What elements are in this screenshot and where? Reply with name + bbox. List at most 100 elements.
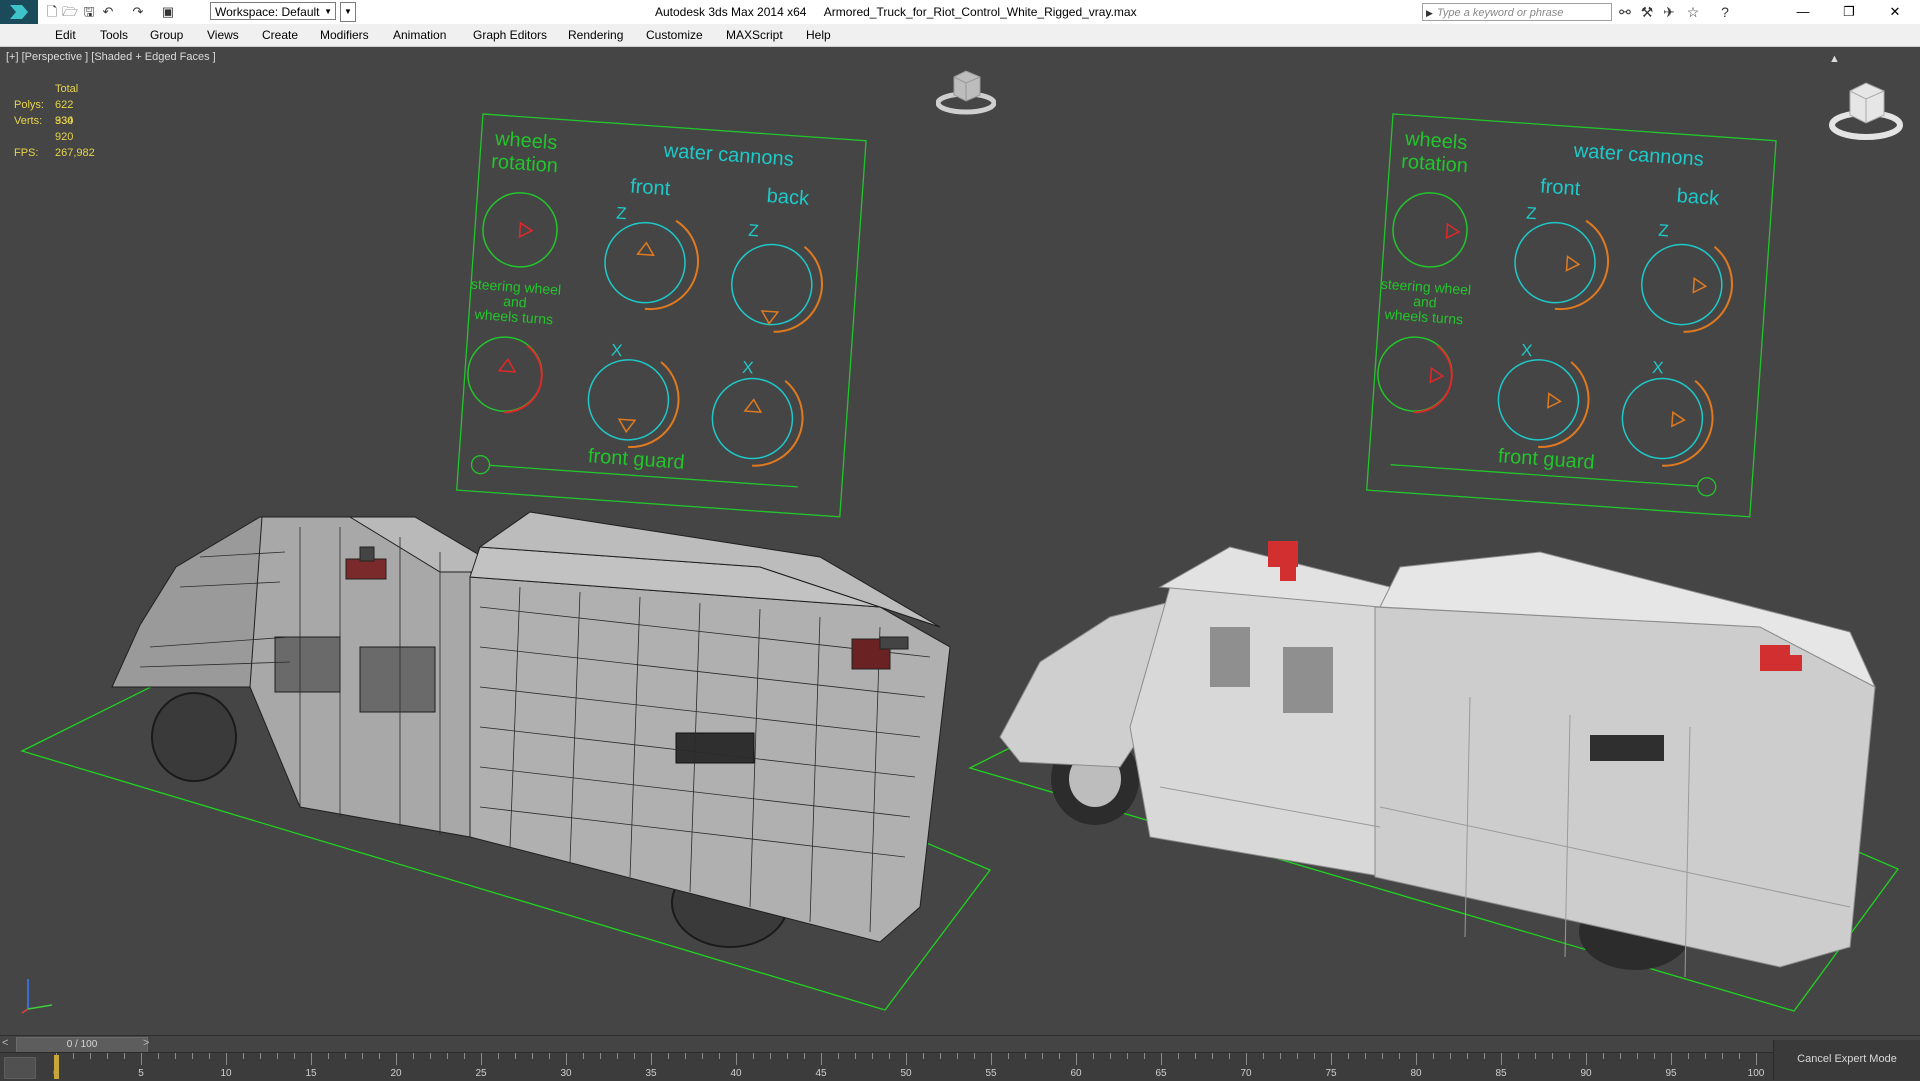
menu-views[interactable]: Views xyxy=(207,28,239,42)
rig-panel-left: wheels rotation water cannons front back… xyxy=(456,113,867,518)
workspace-dropdown[interactable]: Workspace: Default ▼ xyxy=(210,2,336,20)
menu-tools[interactable]: Tools xyxy=(100,28,128,42)
frame-tick xyxy=(1059,1053,1060,1059)
menu-help[interactable]: Help xyxy=(806,28,831,42)
search-placeholder: Type a keyword or phrase xyxy=(1437,7,1564,19)
svg-text:wheels turns: wheels turns xyxy=(1383,306,1464,328)
frame-tick xyxy=(651,1053,652,1065)
frame-tick xyxy=(1450,1053,1451,1059)
file-name: Armored_Truck_for_Riot_Control_White_Rig… xyxy=(823,5,1137,19)
axis-tripod-icon xyxy=(21,979,53,1014)
truck-shaded xyxy=(999,541,1877,978)
svg-text:wheels turns: wheels turns xyxy=(473,306,554,328)
frame-tick xyxy=(90,1053,91,1059)
svg-text:wheels: wheels xyxy=(1403,128,1468,154)
restore-button[interactable]: ❐ xyxy=(1826,0,1872,24)
frame-tick xyxy=(1535,1053,1536,1059)
svg-text:Z: Z xyxy=(1658,221,1670,241)
frame-tick xyxy=(1637,1053,1638,1059)
frame-tick xyxy=(753,1053,754,1059)
time-next-icon[interactable]: > xyxy=(143,1037,149,1049)
truck-wireframe xyxy=(111,511,951,948)
svg-text:front guard: front guard xyxy=(1497,445,1595,474)
menu-rendering[interactable]: Rendering xyxy=(568,28,623,42)
frame-tick xyxy=(1076,1053,1077,1065)
frame-tick xyxy=(294,1053,295,1059)
menu-customize[interactable]: Customize xyxy=(646,28,703,42)
svg-text:back: back xyxy=(766,185,811,210)
workspace-options-icon[interactable]: ▼ xyxy=(340,2,356,22)
frame-tick xyxy=(1263,1053,1264,1059)
minimize-button[interactable]: — xyxy=(1780,0,1826,24)
frame-tick-label: 5 xyxy=(138,1068,144,1079)
frame-tick-label: 45 xyxy=(815,1068,827,1079)
favorites-icon[interactable]: ☆ xyxy=(1684,3,1702,21)
binoculars-icon[interactable]: ⚯ xyxy=(1616,3,1634,21)
new-file-icon[interactable]: 🗋 xyxy=(44,4,60,20)
search-expand-icon[interactable]: ▶ xyxy=(1426,4,1433,22)
svg-text:water cannons: water cannons xyxy=(1572,140,1704,171)
frame-tick xyxy=(141,1053,142,1065)
frame-tick xyxy=(226,1053,227,1065)
menu-modifiers[interactable]: Modifiers xyxy=(320,28,369,42)
frame-tick xyxy=(838,1053,839,1059)
time-slider[interactable]: 0 / 100 xyxy=(16,1037,148,1053)
svg-text:back: back xyxy=(1676,185,1721,210)
time-prev-icon[interactable]: < xyxy=(2,1037,8,1049)
subscription-icon[interactable]: ⚒ xyxy=(1638,3,1656,21)
frame-tick-label: 90 xyxy=(1580,1068,1592,1079)
frame-tick-label: 25 xyxy=(475,1068,487,1079)
curve-editor-icon[interactable] xyxy=(4,1057,36,1079)
frame-tick xyxy=(1671,1053,1672,1065)
app-logo-icon[interactable] xyxy=(0,0,38,24)
frame-tick xyxy=(1025,1053,1026,1059)
frame-tick xyxy=(668,1053,669,1059)
menu-edit[interactable]: Edit xyxy=(55,28,76,42)
current-frame-marker[interactable] xyxy=(54,1055,59,1079)
frame-tick-label: 50 xyxy=(900,1068,912,1079)
perspective-viewport[interactable]: [+] [Perspective ] [Shaded + Edged Faces… xyxy=(0,47,1920,1035)
svg-text:front guard: front guard xyxy=(587,445,685,474)
svg-text:X: X xyxy=(1652,358,1665,378)
save-file-icon[interactable]: 🖫 xyxy=(81,4,97,20)
rig-label-rotation: rotation xyxy=(491,151,559,178)
frame-tick xyxy=(192,1053,193,1059)
frame-tick-label: 55 xyxy=(985,1068,997,1079)
frame-tick-label: 70 xyxy=(1240,1068,1252,1079)
frame-tick xyxy=(1127,1053,1128,1059)
frame-tick xyxy=(1739,1053,1740,1059)
help-icon[interactable]: ? xyxy=(1716,3,1734,21)
search-input[interactable]: ▶ Type a keyword or phrase xyxy=(1422,3,1612,21)
frame-tick xyxy=(1620,1053,1621,1059)
frame-tick xyxy=(1552,1053,1553,1059)
redo-icon[interactable]: ↷ xyxy=(130,4,146,20)
svg-text:X: X xyxy=(742,358,755,378)
frame-tick xyxy=(889,1053,890,1059)
frame-tick xyxy=(277,1053,278,1059)
close-button[interactable]: ✕ xyxy=(1872,0,1918,24)
frame-tick xyxy=(1212,1053,1213,1059)
menu-create[interactable]: Create xyxy=(262,28,298,42)
frame-tick xyxy=(260,1053,261,1059)
communication-icon[interactable]: ✈ xyxy=(1660,3,1678,21)
time-position: 0 / 100 xyxy=(66,1039,98,1050)
open-file-icon[interactable]: 🗁 xyxy=(62,4,78,20)
svg-text:Z: Z xyxy=(616,204,628,224)
frame-ruler[interactable]: 0510152025303540455055606570758085909510… xyxy=(46,1053,1766,1081)
cancel-expert-mode-button[interactable]: Cancel Expert Mode xyxy=(1773,1040,1920,1080)
frame-tick xyxy=(685,1053,686,1059)
menu-graph-editors[interactable]: Graph Editors xyxy=(473,28,547,42)
frame-tick xyxy=(940,1053,941,1059)
frame-tick xyxy=(1705,1053,1706,1059)
track-bar[interactable]: 0510152025303540455055606570758085909510… xyxy=(0,1052,1920,1081)
menu-animation[interactable]: Animation xyxy=(393,28,446,42)
menu-maxscript[interactable]: MAXScript xyxy=(726,28,783,42)
undo-icon[interactable]: ↶ xyxy=(100,4,116,20)
frame-tick xyxy=(1433,1053,1434,1059)
frame-tick-label: 35 xyxy=(645,1068,657,1079)
frame-tick xyxy=(923,1053,924,1059)
menu-group[interactable]: Group xyxy=(150,28,183,42)
frame-tick xyxy=(702,1053,703,1059)
project-folder-icon[interactable]: ▣ xyxy=(160,4,176,20)
frame-tick-label: 15 xyxy=(305,1068,317,1079)
